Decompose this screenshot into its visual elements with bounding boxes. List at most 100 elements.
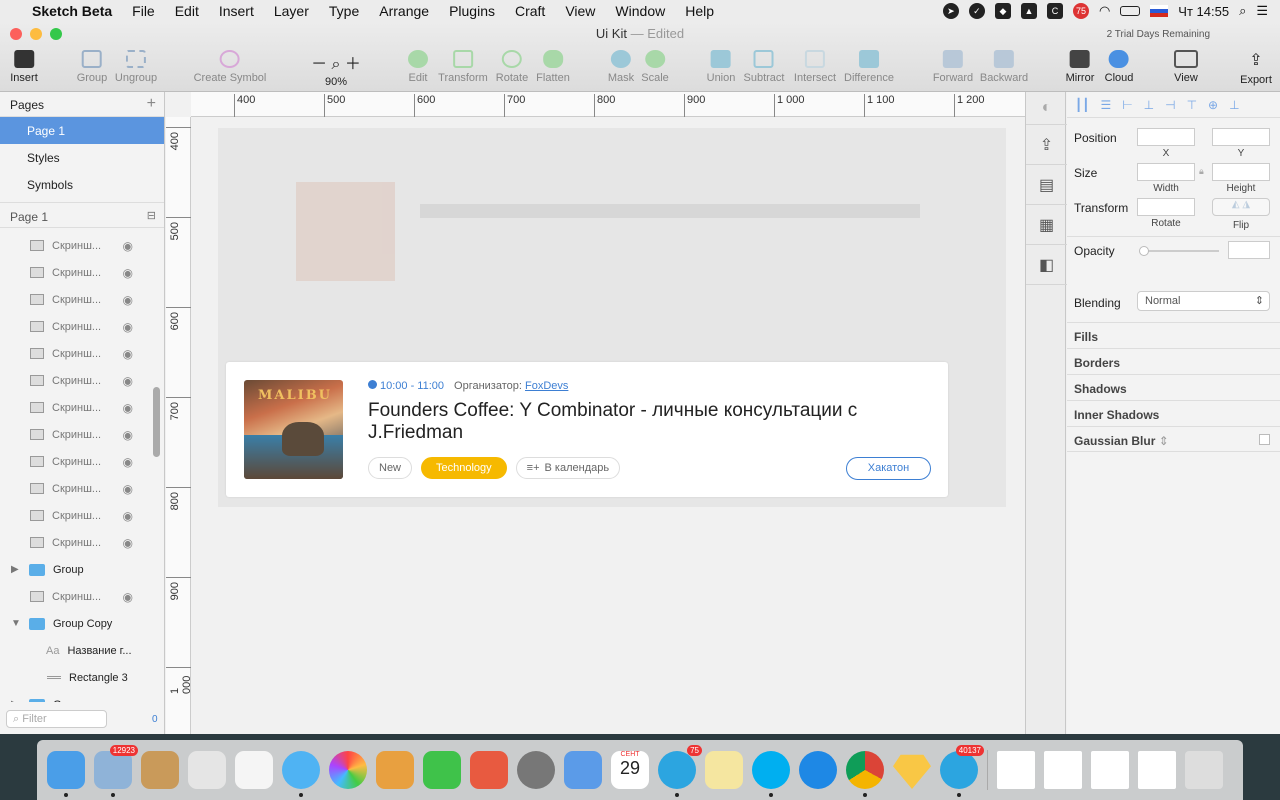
backward-button[interactable]: Backward: [980, 50, 1028, 84]
add-page-icon[interactable]: +: [147, 95, 156, 113]
layer-row[interactable]: Скринш... ◉: [0, 232, 150, 259]
app-status-icon[interactable]: C: [1046, 3, 1063, 19]
notes-icon[interactable]: [705, 751, 743, 789]
align-top-icon[interactable]: ⊤: [1187, 98, 1197, 112]
export-button[interactable]: ⇪ Export: [1240, 50, 1272, 86]
eye-icon[interactable]: ◉: [123, 482, 133, 496]
page-item-page1[interactable]: Page 1: [0, 117, 164, 144]
flip-horizontal-icon[interactable]: ◭: [1232, 199, 1240, 210]
flatten-button[interactable]: Flatten: [536, 50, 570, 84]
tag-new[interactable]: New: [368, 457, 413, 479]
disclosure-triangle-icon[interactable]: ▶: [11, 564, 19, 575]
eye-icon[interactable]: ◉: [123, 509, 133, 523]
eye-icon[interactable]: ◉: [123, 455, 133, 469]
opacity-input[interactable]: [1228, 241, 1270, 259]
drive-icon[interactable]: ▲: [1020, 3, 1037, 19]
calendar-app-icon[interactable]: [188, 751, 226, 789]
position-y-input[interactable]: [1212, 128, 1270, 146]
difference-button[interactable]: Difference: [844, 50, 894, 84]
telegram-status-icon[interactable]: ➤: [942, 3, 959, 19]
layer-row[interactable]: Скринш... ◉: [0, 340, 150, 367]
opacity-slider-knob[interactable]: [1139, 246, 1149, 256]
keynote-icon[interactable]: [564, 751, 602, 789]
layer-row[interactable]: Скринш... ◉: [0, 529, 150, 556]
eye-icon[interactable]: ◉: [123, 590, 133, 604]
align-center-icon[interactable]: ⊥: [1144, 98, 1154, 112]
menu-file[interactable]: File: [132, 3, 155, 19]
collapse-icon[interactable]: ⊟: [147, 209, 156, 222]
subtract-button[interactable]: Subtract: [744, 50, 784, 84]
flip-buttons[interactable]: ◭ ◮: [1212, 198, 1270, 216]
intersect-button[interactable]: Intersect: [794, 50, 836, 84]
layer-row[interactable]: Скринш... ◉: [0, 259, 150, 286]
add-to-calendar-button[interactable]: ≡+ В календарь: [515, 457, 621, 479]
event-card[interactable]: MALIBU 10:00 - 11:00 Организатор: FoxDev…: [226, 362, 948, 497]
eye-icon[interactable]: ◉: [123, 536, 133, 550]
align-right-icon[interactable]: ⊣: [1165, 98, 1175, 112]
layer-row[interactable]: Скринш... ◉: [0, 421, 150, 448]
layer-row[interactable]: Скринш... ◉: [0, 286, 150, 313]
menu-window[interactable]: Window: [615, 3, 665, 19]
shadows-section[interactable]: Shadows: [1067, 374, 1280, 400]
layer-row[interactable]: Скринш... ◉: [0, 394, 150, 421]
layer-row[interactable]: ▶ Group: [0, 556, 150, 583]
borders-section[interactable]: Borders: [1067, 348, 1280, 374]
layer-row[interactable]: Скринш... ◉: [0, 367, 150, 394]
search-icon[interactable]: ⌕: [1239, 3, 1246, 19]
horizontal-ruler[interactable]: 400 500 600 700 800 900 1 000 1 100 1 200: [191, 92, 1025, 117]
chrome-icon[interactable]: [846, 751, 884, 797]
battery-icon[interactable]: [1120, 6, 1141, 16]
distribute-v-icon[interactable]: ☰: [1100, 98, 1111, 112]
height-input[interactable]: [1212, 163, 1270, 181]
trash-icon[interactable]: [1185, 751, 1223, 789]
layer-row[interactable]: ▼ Group Copy: [0, 610, 150, 637]
rotate-input[interactable]: [1137, 198, 1195, 216]
rotate-button[interactable]: Rotate: [496, 50, 528, 84]
menu-insert[interactable]: Insert: [219, 3, 254, 19]
eye-icon[interactable]: ◉: [123, 320, 133, 334]
safari-icon[interactable]: [799, 751, 837, 789]
transform-button[interactable]: Transform: [438, 50, 488, 84]
share-icon[interactable]: ⇪: [1026, 125, 1067, 165]
gaussian-blur-section[interactable]: Gaussian Blur ⇕: [1067, 426, 1280, 452]
layer-row[interactable]: Скринш... ◉: [0, 475, 150, 502]
page-item-symbols[interactable]: Symbols: [0, 171, 164, 198]
system-preferences-icon[interactable]: [517, 751, 555, 789]
mirror-button[interactable]: Mirror: [1066, 50, 1094, 84]
numbers-icon[interactable]: [470, 751, 508, 789]
width-input[interactable]: [1137, 163, 1195, 181]
eye-icon[interactable]: ◉: [123, 428, 133, 442]
align-middle-icon[interactable]: ⊕: [1208, 98, 1218, 112]
blending-select[interactable]: Normal ⇕: [1137, 291, 1270, 311]
minimized-window-icon[interactable]: [1138, 751, 1176, 789]
facetime-icon[interactable]: [423, 751, 461, 789]
zoom-control[interactable]: － ⌕ ＋ 90%: [311, 50, 361, 88]
inner-shadows-section[interactable]: Inner Shadows: [1067, 400, 1280, 426]
ungroup-button[interactable]: Ungroup: [115, 50, 157, 84]
eye-icon[interactable]: ◉: [123, 401, 133, 415]
disclosure-triangle-icon[interactable]: ▶: [11, 699, 19, 702]
menu-list-icon[interactable]: ☰: [1256, 3, 1268, 19]
menu-arrange[interactable]: Arrange: [379, 3, 429, 19]
mail-icon[interactable]: 12923: [94, 745, 138, 797]
document-icon[interactable]: ▦: [1026, 205, 1067, 245]
layer-row[interactable]: Скринш... ◉: [0, 502, 150, 529]
minimized-window-icon[interactable]: [1091, 751, 1129, 789]
group-button[interactable]: Group: [77, 50, 107, 84]
position-x-input[interactable]: [1137, 128, 1195, 146]
canvas[interactable]: 400 500 600 700 800 900 1 000 1 100 1 200 400 500…: [166, 92, 1025, 734]
distribute-h-icon[interactable]: ┃┃: [1075, 98, 1089, 112]
eye-icon[interactable]: ◉: [123, 293, 133, 307]
sketch-icon[interactable]: [893, 754, 931, 789]
layer-row[interactable]: Скринш... ◉: [0, 583, 150, 610]
layer-row[interactable]: Скринш... ◉: [0, 448, 150, 475]
flag-ru-icon[interactable]: [1150, 5, 1169, 17]
create-symbol-button[interactable]: Create Symbol: [194, 50, 266, 84]
flip-vertical-icon[interactable]: ◮: [1242, 199, 1250, 210]
wifi-icon[interactable]: ◠: [1099, 3, 1110, 19]
edit-button[interactable]: Edit: [408, 50, 428, 84]
menu-craft[interactable]: Craft: [515, 3, 545, 19]
layer-row[interactable]: Скринш... ◉: [0, 313, 150, 340]
page-item-styles[interactable]: Styles: [0, 144, 164, 171]
telegram-icon[interactable]: 75: [658, 745, 702, 797]
